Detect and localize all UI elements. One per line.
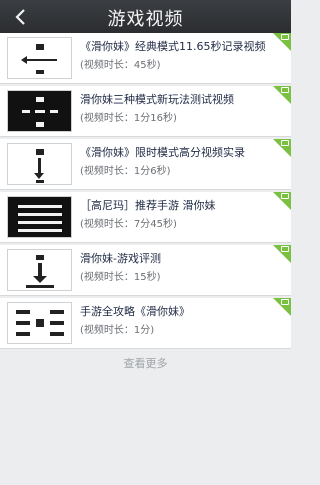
- video-thumbnail: [7, 302, 72, 344]
- video-badge-icon: [281, 34, 289, 40]
- video-thumbnail: [7, 249, 72, 291]
- top-bar: 游戏视频: [0, 0, 291, 34]
- video-badge-icon: [281, 246, 289, 252]
- video-badge-icon: [281, 140, 289, 146]
- video-thumbnail: [7, 90, 72, 132]
- video-thumbnail: [7, 37, 72, 79]
- video-title: 《滑你妹》限时模式高分视频实录: [80, 146, 245, 159]
- video-title: 《滑你妹》经典模式11.65秒记录视频: [80, 40, 266, 53]
- load-more-button[interactable]: 查看更多: [0, 355, 291, 371]
- video-thumbnail: [7, 143, 72, 185]
- video-title: 手游全攻略《滑你妹》: [80, 305, 190, 318]
- video-title: 滑你妹三种模式新玩法测试视频: [80, 93, 234, 106]
- video-duration: (视频时长：1分): [80, 325, 155, 336]
- video-duration: (视频时长：1分6秒): [80, 166, 171, 177]
- video-duration: (视频时长：45秒): [80, 60, 161, 71]
- video-title: 滑你妹-游戏评测: [80, 252, 161, 265]
- list-item-video-3[interactable]: 《滑你妹》限时模式高分视频实录 (视频时长：1分6秒): [0, 139, 291, 190]
- video-thumbnail: [7, 196, 72, 238]
- page-title: 游戏视频: [107, 9, 184, 30]
- list-item-video-4[interactable]: ［高尼玛］推荐手游 滑你妹 (视频时长：7分45秒): [0, 192, 291, 243]
- list-item-video-1[interactable]: 《滑你妹》经典模式11.65秒记录视频 (视频时长：45秒): [0, 33, 291, 84]
- video-badge-icon: [281, 193, 289, 199]
- video-badge-icon: [281, 299, 289, 305]
- video-title: ［高尼玛］推荐手游 滑你妹: [80, 199, 216, 212]
- video-duration: (视频时长：15秒): [80, 272, 161, 283]
- video-list: 《滑你妹》经典模式11.65秒记录视频 (视频时长：45秒) 滑你妹三种模式新玩…: [0, 33, 291, 349]
- list-item-video-6[interactable]: 手游全攻略《滑你妹》 (视频时长：1分): [0, 298, 291, 349]
- video-duration: (视频时长：7分45秒): [80, 219, 177, 230]
- list-item-video-2[interactable]: 滑你妹三种模式新玩法测试视频 (视频时长：1分16秒): [0, 86, 291, 137]
- list-item-video-5[interactable]: 滑你妹-游戏评测 (视频时长：15秒): [0, 245, 291, 296]
- video-badge-icon: [281, 87, 289, 93]
- video-duration: (视频时长：1分16秒): [80, 113, 177, 124]
